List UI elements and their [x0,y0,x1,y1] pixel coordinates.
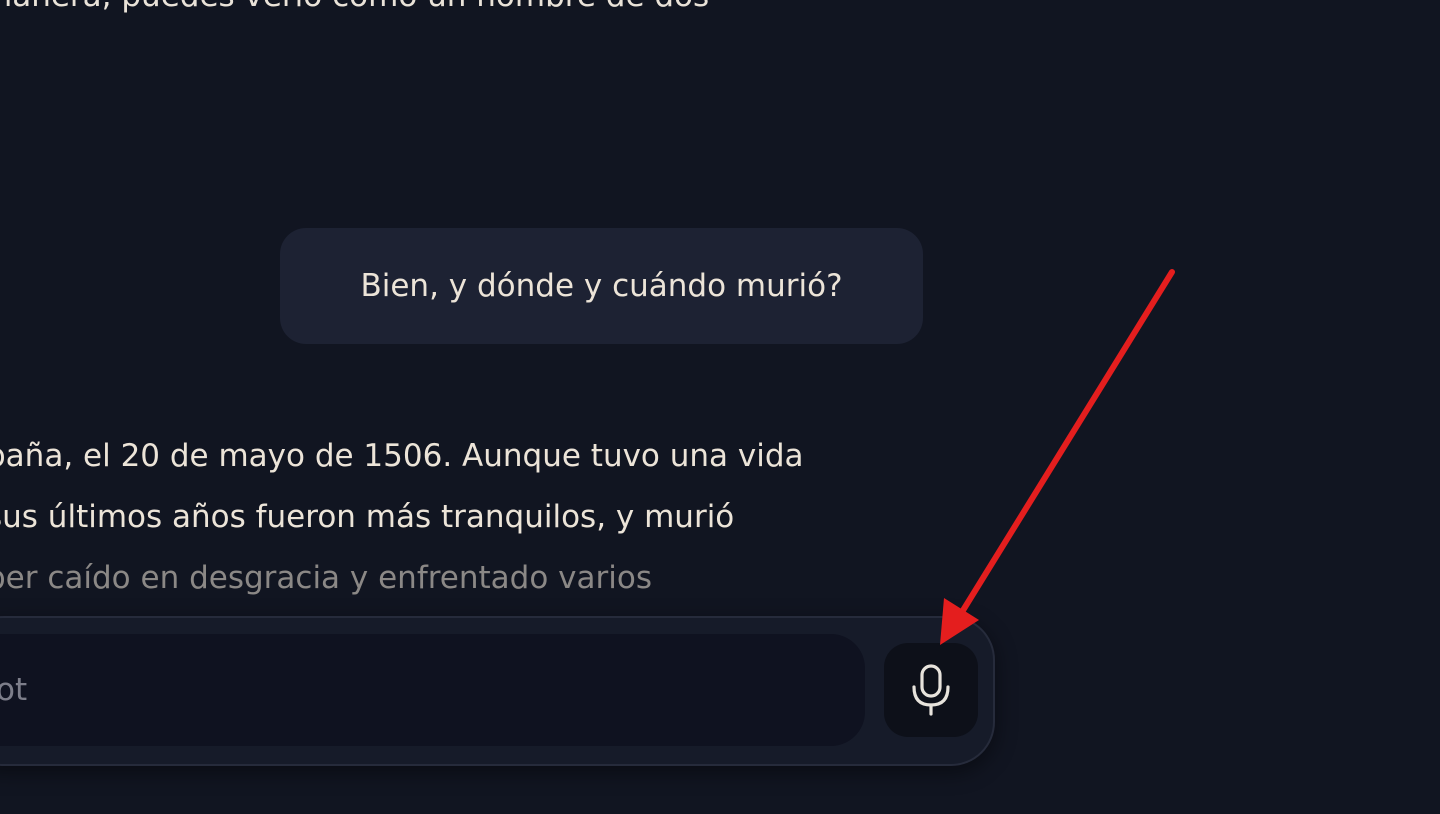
message-input[interactable]: ot [0,634,865,746]
arrow-shaft [959,269,1175,615]
voice-input-button[interactable] [884,643,978,737]
assistant-reply-line: paña, el 20 de mayo de 1506. Aunque tuvo… [0,438,804,474]
assistant-reply: paña, el 20 de mayo de 1506. Aunque tuvo… [0,426,966,609]
user-message-bubble: Bien, y dónde y cuándo murió? [280,228,923,344]
microphone-icon [912,664,950,716]
previous-message-text: manera, puedes verlo como un nombre de d… [0,0,709,14]
message-input-placeholder: ot [0,672,28,708]
assistant-reply-line: sus últimos años fueron más tranquilos, … [0,499,735,535]
user-message-text: Bien, y dónde y cuándo murió? [360,268,843,304]
chat-view: manera, puedes verlo como un nombre de d… [0,0,1440,814]
assistant-reply-line: ber caído en desgracia y enfrentado vari… [0,560,652,596]
